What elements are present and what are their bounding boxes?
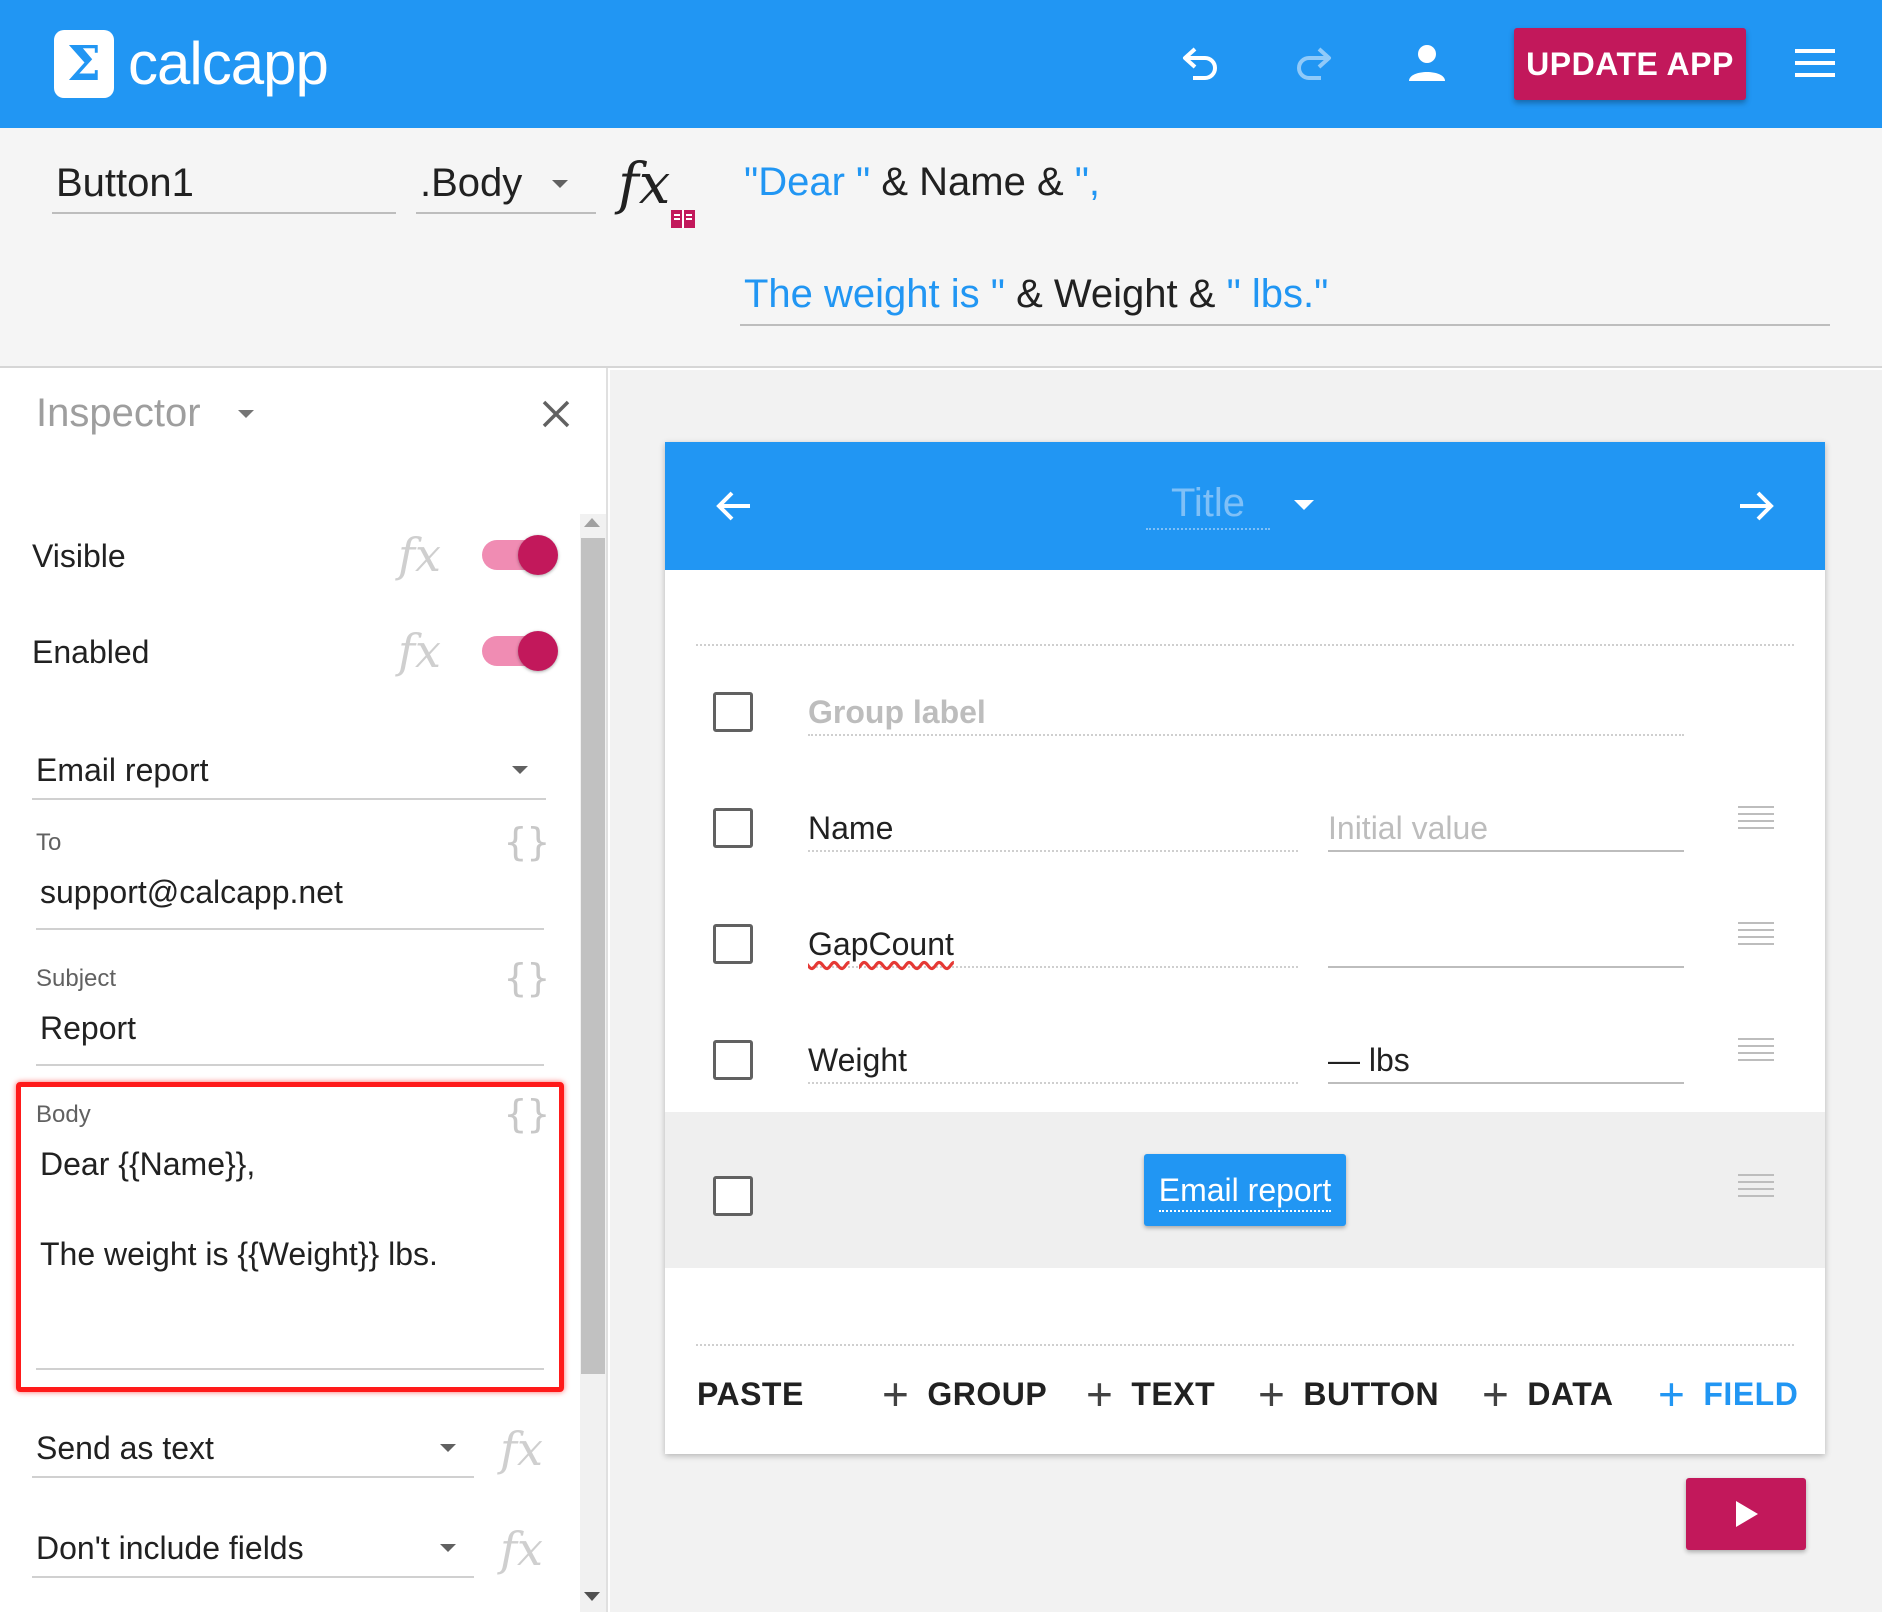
- formula-string: " lbs.": [1226, 272, 1329, 316]
- drag-handle-icon[interactable]: [1738, 922, 1774, 948]
- gapcount-value-input[interactable]: [1328, 922, 1684, 968]
- arrow-left-icon[interactable]: [710, 482, 758, 530]
- initial-value-input[interactable]: Initial value: [1328, 806, 1684, 852]
- fx-icon[interactable]: fx: [618, 150, 670, 220]
- add-text-button[interactable]: + TEXT: [1086, 1368, 1216, 1420]
- calcapp-logo-icon: Σ: [54, 30, 114, 98]
- formula-string: The weight is ": [744, 272, 1005, 316]
- fx-icon[interactable]: fx: [398, 626, 441, 676]
- add-field-button[interactable]: + FIELD: [1658, 1368, 1799, 1420]
- scroll-down-icon[interactable]: [584, 1592, 600, 1601]
- subject-field[interactable]: Report: [40, 1008, 136, 1048]
- divider: [36, 928, 544, 930]
- plus-icon: +: [1482, 1368, 1510, 1420]
- field-checkbox[interactable]: [713, 808, 753, 848]
- chevron-down-icon[interactable]: [440, 1444, 456, 1452]
- data-label: DATA: [1527, 1376, 1614, 1412]
- plus-icon: +: [1258, 1368, 1286, 1420]
- menu-icon[interactable]: [1782, 30, 1848, 96]
- scrollbar-thumb[interactable]: [581, 538, 605, 1374]
- fx-icon[interactable]: fx: [398, 530, 441, 580]
- plus-icon: +: [1086, 1368, 1114, 1420]
- close-icon[interactable]: [534, 392, 578, 436]
- screen-title-field[interactable]: Title: [1146, 476, 1270, 530]
- email-report-button[interactable]: Email report: [1144, 1154, 1346, 1226]
- redo-icon[interactable]: [1280, 30, 1346, 96]
- button-label: BUTTON: [1303, 1376, 1440, 1412]
- fx-icon[interactable]: fx: [500, 1424, 543, 1474]
- reference-book-icon[interactable]: [670, 208, 696, 230]
- weight-value-input[interactable]: — lbs: [1328, 1038, 1684, 1084]
- group-label: GROUP: [927, 1376, 1048, 1412]
- property-select[interactable]: .Body: [416, 158, 596, 214]
- plus-icon: +: [882, 1368, 910, 1420]
- braces-icon[interactable]: {}: [504, 820, 550, 864]
- add-data-button[interactable]: + DATA: [1482, 1368, 1614, 1420]
- chevron-down-icon[interactable]: [552, 180, 568, 188]
- chevron-down-icon[interactable]: [440, 1544, 456, 1552]
- divider: [696, 1344, 1794, 1346]
- visible-toggle[interactable]: [482, 535, 558, 575]
- enabled-label: Enabled: [32, 634, 150, 670]
- play-icon: [1736, 1501, 1758, 1527]
- update-app-button[interactable]: UPDATE APP: [1514, 28, 1746, 100]
- field-name-label[interactable]: Name: [808, 806, 1298, 852]
- formula-string: "Dear ": [744, 160, 871, 204]
- divider: [696, 644, 1794, 646]
- group-label-field[interactable]: Group label: [808, 690, 1684, 736]
- text-label: TEXT: [1131, 1376, 1216, 1412]
- divider: [36, 1064, 544, 1066]
- arrow-right-icon[interactable]: [1732, 482, 1780, 530]
- action-select-value: Email report: [36, 752, 209, 788]
- visible-label: Visible: [32, 538, 126, 574]
- account-icon[interactable]: [1394, 30, 1460, 96]
- formula-expression: & Name &: [870, 160, 1075, 204]
- drag-handle-icon[interactable]: [1738, 806, 1774, 832]
- subject-label: Subject: [36, 965, 117, 992]
- add-button-button[interactable]: + BUTTON: [1258, 1368, 1440, 1420]
- paste-button[interactable]: PASTE: [697, 1374, 804, 1414]
- field-gapcount-label[interactable]: GapCount: [808, 922, 1298, 968]
- formula-editor[interactable]: "Dear " & Name & ", The weight is " & We…: [740, 150, 1830, 326]
- chevron-down-icon[interactable]: [1294, 500, 1314, 510]
- scroll-up-icon[interactable]: [584, 518, 600, 527]
- field-checkbox[interactable]: [713, 924, 753, 964]
- preview-play-button[interactable]: [1686, 1478, 1806, 1550]
- field-checkbox[interactable]: [713, 1176, 753, 1216]
- inspector-title[interactable]: Inspector: [36, 388, 201, 438]
- send-as-value: Send as text: [36, 1430, 214, 1466]
- app-name: calcapp: [128, 30, 329, 97]
- drag-handle-icon[interactable]: [1738, 1174, 1774, 1200]
- enabled-toggle[interactable]: [482, 631, 558, 671]
- field-checkbox[interactable]: [713, 1040, 753, 1080]
- object-name-field[interactable]: Button1: [52, 158, 396, 214]
- drag-handle-icon[interactable]: [1738, 1038, 1774, 1064]
- plus-icon: +: [1658, 1368, 1686, 1420]
- to-label: To: [36, 829, 62, 856]
- formula-line-1: "Dear " & Name & ",: [744, 150, 1100, 214]
- email-report-label: Email report: [1158, 1171, 1332, 1212]
- field-weight-label[interactable]: Weight: [808, 1038, 1298, 1084]
- include-fields-value: Don't include fields: [36, 1530, 304, 1566]
- formula-line-2: The weight is " & Weight & " lbs.": [744, 262, 1328, 326]
- chevron-down-icon[interactable]: [512, 766, 528, 774]
- to-field[interactable]: support@calcapp.net: [40, 872, 343, 912]
- formula-string: ",: [1074, 160, 1101, 204]
- paste-label: PASTE: [697, 1376, 804, 1412]
- add-group-button[interactable]: + GROUP: [882, 1368, 1048, 1420]
- chevron-down-icon[interactable]: [238, 410, 254, 418]
- body-field-highlight: [16, 1082, 564, 1392]
- group-checkbox[interactable]: [713, 692, 753, 732]
- braces-icon[interactable]: {}: [504, 956, 550, 1000]
- fx-icon[interactable]: fx: [500, 1524, 543, 1574]
- formula-expression: & Weight &: [1004, 272, 1227, 316]
- field-label: FIELD: [1703, 1376, 1799, 1412]
- undo-icon[interactable]: [1168, 30, 1234, 96]
- gapcount-text: GapCount: [808, 926, 954, 962]
